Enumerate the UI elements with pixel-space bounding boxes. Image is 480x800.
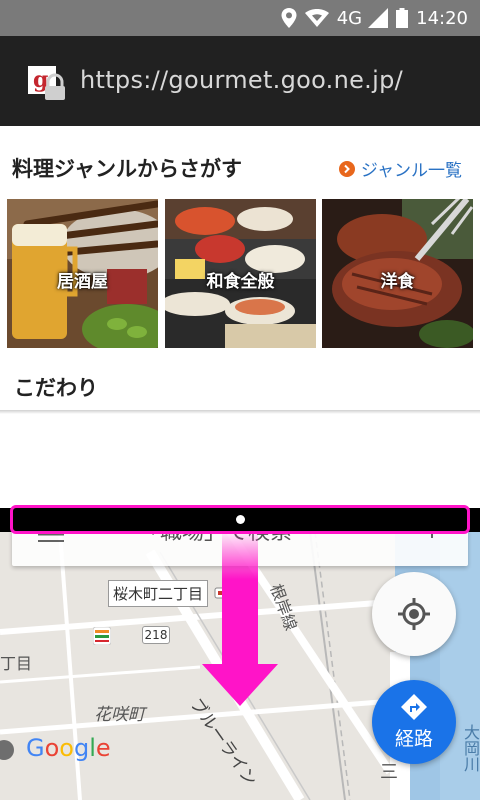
map-area-label: 花咲町: [94, 705, 145, 725]
chevron-right-circle-icon: [338, 160, 355, 177]
genre-card-label: 居酒屋: [57, 272, 108, 292]
map-poi-label[interactable]: 桜木町二丁目: [108, 580, 209, 607]
network-type: 4G: [336, 7, 363, 29]
genre-card-label: 洋食: [380, 272, 415, 292]
google-logo: Google: [26, 734, 111, 762]
map-area-label-left: 丁目: [0, 654, 33, 673]
crosshair-icon: [398, 598, 430, 630]
browser-url-bar[interactable]: g https://gourmet.goo.ne.jp/: [0, 36, 480, 126]
status-bar: 4G 14:20: [0, 0, 480, 36]
map-label-bottom: 三: [380, 762, 398, 783]
convenience-store-icon: [93, 627, 111, 645]
drag-handle-highlight: [10, 505, 470, 534]
swipe-down-arrow-icon: [202, 532, 278, 706]
genre-list-link-label: ジャンル一覧: [360, 161, 462, 181]
genre-card-yoshoku[interactable]: 洋食: [322, 199, 473, 348]
my-location-button[interactable]: [372, 572, 456, 656]
genre-card-label: 和食全般: [206, 272, 275, 292]
directions-button[interactable]: 経路: [372, 680, 456, 764]
road-shield: 218: [142, 626, 170, 644]
page-content: 料理ジャンルからさがす ジャンル一覧 居酒屋 和食全般 洋食 こだわり: [0, 126, 480, 412]
content-divider-shadow: [0, 410, 480, 414]
genre-card-izakaya[interactable]: 居酒屋: [7, 199, 158, 348]
status-icons: 4G 14:20: [281, 6, 468, 30]
directions-button-label: 経路: [394, 728, 433, 750]
status-time: 14:20: [416, 7, 468, 29]
map-tool-icon: [0, 740, 14, 760]
map-river-label: 大岡川: [461, 724, 480, 772]
site-lock-icon: g: [28, 66, 65, 100]
genre-list-link[interactable]: ジャンル一覧: [338, 156, 462, 181]
battery-icon: [396, 8, 409, 28]
url-text[interactable]: https://gourmet.goo.ne.jp/: [80, 66, 403, 94]
signal-icon: [368, 8, 389, 28]
genre-cards: 居酒屋 和食全般 洋食: [7, 199, 473, 348]
kodawari-section-title: こだわり: [14, 376, 98, 400]
directions-icon: [401, 694, 427, 720]
location-icon: [281, 8, 297, 28]
genre-card-washoku[interactable]: 和食全般: [165, 199, 316, 348]
genre-section-title: 料理ジャンルからさがす: [12, 157, 242, 181]
wifi-icon: [304, 9, 329, 27]
